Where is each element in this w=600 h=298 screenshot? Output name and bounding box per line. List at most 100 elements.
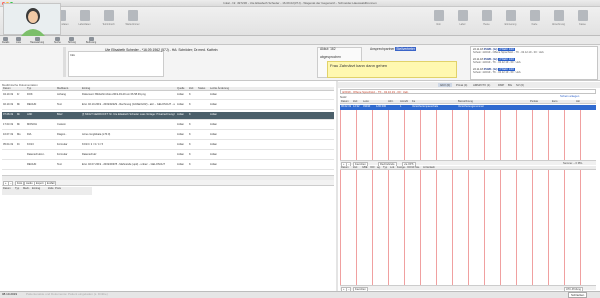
subbar-hauswartung[interactable]: Hauswartung (30, 37, 44, 44)
documentation-row[interactable]: 02.10.19 Mi RECHN Text Erst. 02.10.2019 - 20… (2, 102, 334, 110)
recall-item[interactable]: 22.11.18 3542D. (1x) 2 Wahl: 1/16 Schein: … (473, 48, 595, 55)
toolbar-button-erinnerung[interactable]: Erinnerung (500, 9, 521, 29)
documentation-cell-med: Brief (57, 113, 63, 116)
documentation-cell-q: zoltan (177, 103, 184, 106)
remove-entry-button[interactable]: – (8, 181, 14, 186)
sum-label: Summe: – 0 PKL (563, 162, 583, 165)
documentation-cell-typ: Datenschutzer.. (27, 153, 46, 156)
subbar-befreiung[interactable]: Befreiung (86, 37, 96, 44)
sub-toolbar: Details Liste Hauswartung Suche Sitzung … (0, 36, 600, 45)
documentation-cell-day: Mi (17, 123, 20, 126)
documentation-row[interactable]: Datenschutzer.. Formular Datenschutz zoltan… (2, 152, 334, 160)
akut-label: Akkut: 162 (320, 47, 336, 51)
tab-privat[interactable]: Privat (4) (456, 83, 467, 87)
documentation-cell-typ: DIA (27, 133, 32, 136)
patient-name: Ute Elisabeth Scheder - *16.09.1962 (57J… (105, 48, 218, 52)
documentation-cell-s: zoltan (210, 113, 217, 116)
tab-gkv[interactable]: GKV (0) (438, 83, 453, 87)
toolbar-button-warte[interactable]: Wartezimmer (122, 9, 143, 29)
documentation-row[interactable]: 05.04.19 Di KO13 Formular KO13 / 2 / 3 / 4 /… (2, 142, 334, 150)
documentation-actions: + – Foto Audio Export E-Mail (2, 180, 334, 186)
subbar-details[interactable]: Details (2, 37, 9, 44)
documentation-cell-day: Mi (17, 113, 20, 116)
billing-grid[interactable] (340, 110, 596, 160)
room-icon (529, 10, 540, 21)
ansprechpartner: Ansprechpartner Stellvertreter (370, 47, 416, 51)
documentation-cell-z: K (189, 93, 191, 96)
toolbar-button-labor[interactable]: Labordaten (74, 9, 95, 29)
billing-actions: + – Favoriten Rechtsbriefe via OPS Summe… (340, 160, 596, 167)
billing-tabs: GKV (0) Privat (4) AMM/OTX (1) DMP BG SV… (338, 82, 600, 88)
diagnosis-actions: + – Favoriten ATC-Prüfung (340, 285, 596, 292)
toolbar-button-heute[interactable]: Heute (476, 9, 497, 29)
documentation-cell-s: zoltan (210, 163, 217, 166)
flask-icon (79, 10, 90, 21)
export-button[interactable]: Export (34, 181, 46, 186)
documentation-cell-s: zoltan (210, 93, 217, 96)
documentation-cell-s: zoltan (210, 143, 217, 146)
documentation-row[interactable]: 04.10.19 Fr DOK Anhang Dokument: Bildschirmf… (2, 92, 334, 100)
subbar-liste[interactable]: Liste (16, 37, 21, 44)
toolbar-button-karte[interactable]: Karte (524, 9, 545, 29)
documentation-cell-q: zoltan (177, 163, 184, 166)
documentation-cell-typ: MONOLI (27, 123, 38, 126)
recall-list: 22.11.18 3542D. (1x) 2 Wahl: 1/16 Schein: … (470, 46, 598, 80)
status-date: 08.10.2019 (2, 292, 18, 296)
toolbar-button-vom[interactable]: Vom (428, 9, 449, 29)
patient-note[interactable]: Frau Zahnärzt kann dann gehen (327, 61, 457, 78)
documentation-cell-entry: [!] NICHT GEDRUCKT: Nr. Ute Elisabeth Sc… (82, 113, 175, 116)
tab-sv[interactable]: SV (0) (516, 83, 524, 87)
recall-item[interactable]: 22.11.18 3542D. (1x) 2 Wahl: 1/16 Schein: … (473, 58, 595, 65)
documentation-cell-typ: RECHN (27, 103, 37, 106)
status-message: Patientenakte und Dokumente: Patient ein… (26, 292, 108, 296)
documentation-cell-med: Text (57, 103, 62, 106)
documentation-cell-med: Custom (57, 123, 66, 126)
room-icon (505, 10, 516, 21)
room-icon (481, 10, 492, 21)
documentation-cell-med: Formular (57, 153, 68, 156)
tab-bg[interactable]: BG (508, 83, 512, 87)
documentation-row[interactable]: 16.07.19 Mo DIA Diagno.. Acne conglobata (L7… (2, 132, 334, 140)
prescription-header: Datum Typ Medi.. Eintrag Zeile Preis (2, 187, 92, 195)
close-button[interactable]: Schließen (568, 292, 588, 298)
documentation-cell-med: Diagno.. (57, 133, 67, 136)
recall-item[interactable]: 22.11.18 3542D. (1x) 2 Wahl: 1/16 Schein: … (473, 68, 595, 75)
email-button[interactable]: E-Mail (45, 181, 57, 186)
room-icon (457, 10, 468, 21)
subbar-suche[interactable]: Suche (54, 37, 61, 44)
schein-anlegen-button[interactable]: Schein anlegen (560, 94, 579, 98)
documentation-cell-typ: KO13 (27, 143, 34, 146)
documentation-cell-entry: Acne conglobata (L70.0) (82, 133, 111, 136)
foto-button[interactable]: Foto (15, 181, 25, 186)
documentation-cell-z: K (189, 163, 191, 166)
toolbar-button-abrechnung[interactable]: Abrechnung (548, 9, 569, 29)
documentation-cell-q: zoltan (177, 143, 184, 146)
prescription-list[interactable] (2, 195, 102, 290)
patient-info-field[interactable]: Info (68, 51, 164, 77)
documentation-cell-q: zoltan (177, 113, 184, 116)
tab-dmp[interactable]: DMP (498, 83, 504, 87)
documentation-cell-entry: Erst. 02.10.2019 - 2019/02229 - Rechnung… (82, 103, 175, 106)
documentation-cell-day: Mi (17, 103, 20, 106)
documentation-cell-q: zoltan (177, 153, 184, 156)
main-toolbar: Patientendaten Kontrolle Patientendaten … (0, 7, 600, 36)
toolbar-button-labor-right[interactable]: Labor (452, 9, 473, 29)
toolbar-button-termin[interactable]: Terminbuch (98, 9, 119, 29)
documentation-row[interactable]: 17.03.19 Mi MONOLI Custom zoltan Kzoltan (2, 122, 334, 130)
diagnosis-grid[interactable] (340, 170, 596, 285)
tab-amm[interactable]: AMM/OTX (1) (473, 83, 490, 87)
room-icon (577, 10, 588, 21)
stellvertreter-badge[interactable]: Stellvertreter (395, 47, 416, 51)
documentation-cell-s: zoltan (210, 103, 217, 106)
documentation-cell-z: K (189, 113, 191, 116)
subbar-sitzung[interactable]: Sitzung (68, 37, 76, 44)
documentation-cell-q: zoltan (177, 123, 184, 126)
documentation-row[interactable]: 07.08.19 Mi ANF Brief [!] NICHT GEDRUCKT: Nr… (2, 112, 334, 120)
documentation-cell-s: zoltan (210, 153, 217, 156)
schein-select[interactable]: 4/2019 - Offene Sprechstd. - TK - 02.10.… (340, 89, 596, 94)
calendar-icon (103, 10, 114, 21)
toolbar-button-kasse[interactable]: Kasse (572, 9, 593, 29)
side-tab[interactable] (63, 47, 66, 77)
documentation-row[interactable]: RECHN Text Erst. 02.07.2019 - 2019/00378 -… (2, 162, 334, 170)
documentation-cell-typ: ANF (27, 113, 33, 116)
